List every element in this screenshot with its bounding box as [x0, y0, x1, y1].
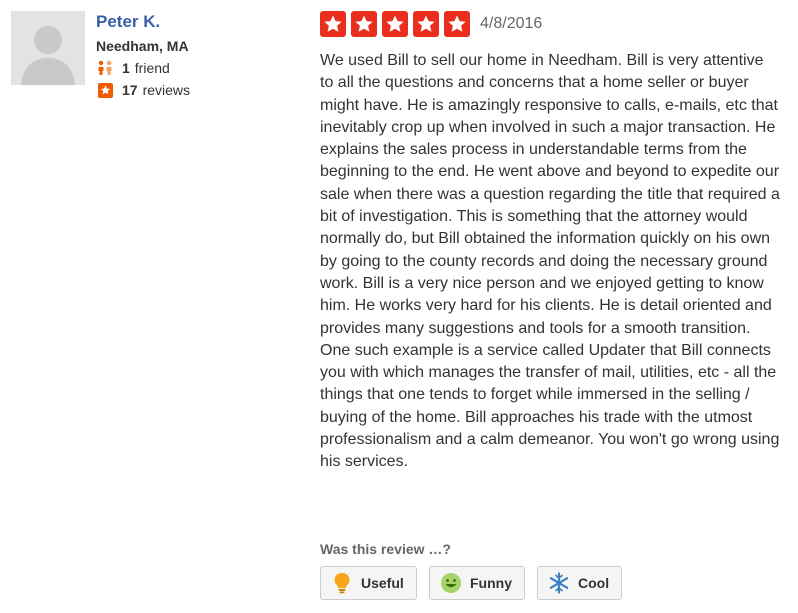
review-star-icon [96, 81, 114, 99]
useful-label: Useful [361, 575, 404, 591]
star-icon [351, 11, 377, 37]
funny-button[interactable]: Funny [429, 566, 525, 600]
star-icon [413, 11, 439, 37]
friend-count-value: 1 [122, 60, 130, 76]
avatar[interactable] [11, 11, 85, 85]
vote-section: Was this review …? Useful Funny Cool [320, 540, 634, 600]
review-count-label: reviews [142, 82, 191, 98]
friend-count: 1 friend [96, 59, 296, 77]
default-avatar-icon [11, 11, 85, 85]
review-count: 17 reviews [96, 81, 296, 99]
review-date: 4/8/2016 [480, 15, 543, 32]
cool-label: Cool [578, 575, 610, 591]
cool-button[interactable]: Cool [537, 566, 622, 600]
review-content: 4/8/2016 We used Bill to sell our home i… [320, 11, 780, 474]
lightbulb-icon [331, 572, 353, 594]
user-location: Needham, MA [96, 38, 189, 54]
user-name-link[interactable]: Peter K. [96, 12, 296, 32]
friends-icon [96, 59, 114, 77]
vote-prompt: Was this review …? [320, 541, 451, 557]
user-info: Peter K. Needham, MA 1 friend 17 reviews [96, 11, 296, 99]
friend-count-label: friend [134, 60, 170, 76]
review-text: We used Bill to sell our home in Needham… [320, 52, 780, 471]
snowflake-icon [548, 572, 570, 594]
smiley-icon [440, 572, 462, 594]
star-icon [444, 11, 470, 37]
useful-button[interactable]: Useful [320, 566, 417, 600]
vote-buttons: Useful Funny Cool [320, 566, 634, 600]
star-rating [320, 11, 470, 37]
rating-row: 4/8/2016 [320, 11, 780, 37]
review-count-value: 17 [122, 82, 138, 98]
star-icon [320, 11, 346, 37]
star-icon [382, 11, 408, 37]
funny-label: Funny [470, 575, 512, 591]
